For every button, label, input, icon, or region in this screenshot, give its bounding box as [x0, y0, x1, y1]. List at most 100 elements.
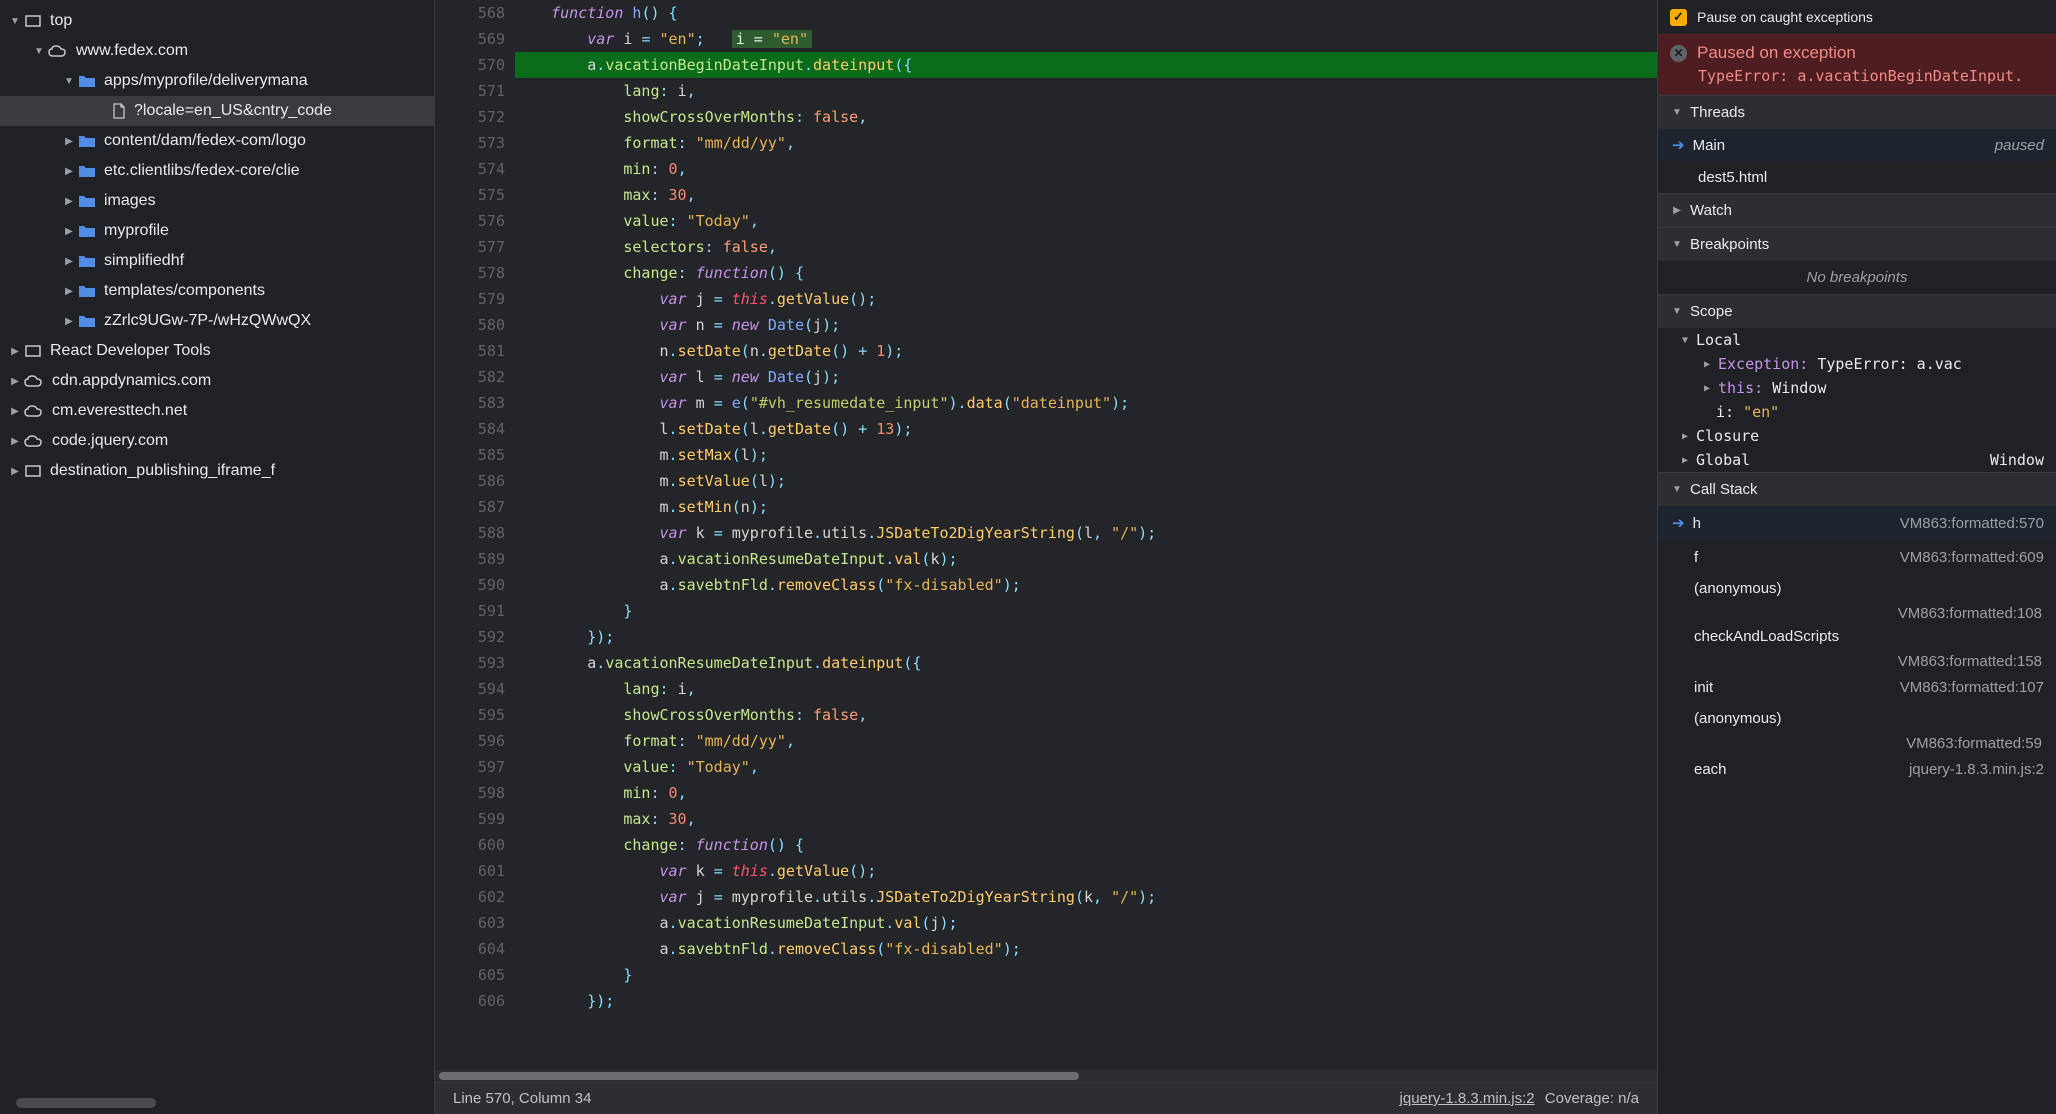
section-label: Watch	[1690, 202, 1732, 219]
chevron-right-icon: ▶	[1670, 204, 1684, 218]
frame-location: VM863:formatted:570	[1900, 515, 2044, 532]
tree-origin[interactable]: ▶ React Developer Tools	[0, 336, 434, 366]
coverage-label: Coverage: n/a	[1545, 1090, 1639, 1107]
chevron-right-icon: ▶	[62, 194, 76, 208]
tree-folder[interactable]: ▶ myprofile	[0, 216, 434, 246]
tree-origin[interactable]: ▶ destination_publishing_iframe_f	[0, 456, 434, 486]
tree-domain[interactable]: ▼ www.fedex.com	[0, 36, 434, 66]
thread-sub[interactable]: dest5.html	[1658, 161, 2056, 193]
statusbar-file-link[interactable]: jquery-1.8.3.min.js:2	[1400, 1090, 1535, 1107]
tree-label: code.jquery.com	[52, 432, 168, 450]
cloud-icon	[24, 404, 44, 418]
section-label: Scope	[1690, 303, 1733, 320]
tree-label: destination_publishing_iframe_f	[50, 462, 275, 480]
current-marker-icon: ➔	[1672, 136, 1685, 154]
frame-icon	[24, 462, 42, 480]
current-marker-icon: ➔	[1672, 514, 1685, 532]
frame-name: init	[1694, 679, 1713, 696]
frame-name: h	[1693, 515, 1701, 532]
tree-label: www.fedex.com	[76, 42, 188, 60]
tree-label: cm.everesttech.net	[52, 402, 187, 420]
chevron-right-icon: ▶	[62, 284, 76, 298]
chevron-down-icon: ▼	[1670, 238, 1684, 252]
cloud-icon	[24, 374, 44, 388]
section-label: Call Stack	[1690, 481, 1758, 498]
chevron-down-icon: ▼	[1670, 483, 1684, 497]
horizontal-scrollbar[interactable]	[16, 1098, 156, 1108]
chevron-down-icon: ▼	[1670, 305, 1684, 319]
chevron-right-icon: ▶	[62, 134, 76, 148]
scope-this-row[interactable]: ▶ this: Window	[1658, 376, 2056, 400]
line-gutter: 5685695705715725735745755765775785795805…	[435, 0, 515, 1070]
callstack-frame[interactable]: fVM863:formatted:609	[1658, 540, 2056, 574]
tree-folder[interactable]: ▶ content/dam/fedex-com/logo	[0, 126, 434, 156]
tree-folder[interactable]: ▶ images	[0, 186, 434, 216]
no-breakpoints-label: No breakpoints	[1658, 261, 2056, 294]
scope-global[interactable]: ▶ Global Window	[1658, 448, 2056, 472]
pause-caught-label: Pause on caught exceptions	[1697, 9, 1873, 25]
file-icon	[112, 103, 126, 119]
tree-origin[interactable]: ▶ code.jquery.com	[0, 426, 434, 456]
editor-horizontal-scrollbar[interactable]	[435, 1070, 1657, 1082]
tree-file-locale[interactable]: ?locale=en_US&cntry_code	[0, 96, 434, 126]
chevron-down-icon: ▼	[1670, 106, 1684, 120]
callstack-frame[interactable]: checkAndLoadScriptsVM863:formatted:158	[1658, 622, 2056, 670]
chevron-right-icon: ▶	[1700, 357, 1714, 371]
callstack-header[interactable]: ▼ Call Stack	[1658, 472, 2056, 506]
frame-icon	[24, 342, 42, 360]
breakpoints-header[interactable]: ▼ Breakpoints	[1658, 227, 2056, 261]
code-editor[interactable]: 5685695705715725735745755765775785795805…	[434, 0, 1658, 1114]
file-tree-panel[interactable]: ▼ top ▼ www.fedex.com ▼ apps/myprofile/d…	[0, 0, 434, 1114]
close-icon[interactable]: ✕	[1670, 45, 1687, 62]
scope-exception-row[interactable]: ▶ Exception: TypeError: a.vac	[1658, 352, 2056, 376]
chevron-right-icon: ▶	[1678, 429, 1692, 443]
callstack-frame[interactable]: (anonymous)VM863:formatted:108	[1658, 574, 2056, 622]
frame-location: VM863:formatted:59	[1906, 735, 2044, 752]
chevron-right-icon: ▶	[62, 314, 76, 328]
callstack-frame[interactable]: ➔ h VM863:formatted:570	[1658, 506, 2056, 540]
tree-origin[interactable]: ▶ cdn.appdynamics.com	[0, 366, 434, 396]
tree-label: cdn.appdynamics.com	[52, 372, 211, 390]
callstack-frame[interactable]: initVM863:formatted:107	[1658, 670, 2056, 704]
tree-origin[interactable]: ▶ cm.everesttech.net	[0, 396, 434, 426]
thread-main[interactable]: ➔ Main paused	[1658, 129, 2056, 161]
tree-label: myprofile	[104, 222, 169, 240]
chevron-down-icon: ▼	[32, 44, 46, 58]
code-content[interactable]: function h() { var i = "en"; i = "en" a.…	[515, 0, 1657, 1070]
tree-label: ?locale=en_US&cntry_code	[134, 102, 332, 120]
watch-header[interactable]: ▶ Watch	[1658, 193, 2056, 227]
chevron-down-icon: ▼	[1678, 333, 1692, 347]
tree-label: images	[104, 192, 156, 210]
cloud-icon	[24, 434, 44, 448]
checkbox-checked-icon[interactable]: ✓	[1670, 9, 1687, 26]
callstack-frame[interactable]: eachjquery-1.8.3.min.js:2	[1658, 752, 2056, 786]
scope-header[interactable]: ▼ Scope	[1658, 294, 2056, 328]
chevron-down-icon: ▼	[62, 74, 76, 88]
callstack-frame[interactable]: (anonymous)VM863:formatted:59	[1658, 704, 2056, 752]
tree-folder[interactable]: ▶ templates/components	[0, 276, 434, 306]
threads-header[interactable]: ▼ Threads	[1658, 95, 2056, 129]
scope-local[interactable]: ▼ Local	[1658, 328, 2056, 352]
tree-folder[interactable]: ▶ etc.clientlibs/fedex-core/clie	[0, 156, 434, 186]
debugger-panel[interactable]: ✓ Pause on caught exceptions ✕ Paused on…	[1658, 0, 2056, 1114]
frame-location: jquery-1.8.3.min.js:2	[1909, 761, 2044, 778]
editor-statusbar: Line 570, Column 34 jquery-1.8.3.min.js:…	[435, 1082, 1657, 1114]
chevron-right-icon: ▶	[8, 464, 22, 478]
chevron-right-icon: ▶	[62, 254, 76, 268]
scope-i-row[interactable]: i: "en"	[1658, 400, 2056, 424]
scope-closure[interactable]: ▶ Closure	[1658, 424, 2056, 448]
paused-title-label: Paused on exception	[1697, 43, 1856, 63]
tree-folder[interactable]: ▶ simplifiedhf	[0, 246, 434, 276]
pause-caught-row[interactable]: ✓ Pause on caught exceptions	[1658, 0, 2056, 34]
folder-icon	[78, 254, 96, 268]
folder-icon	[78, 314, 96, 328]
tree-label: simplifiedhf	[104, 252, 184, 270]
chevron-right-icon: ▶	[8, 344, 22, 358]
chevron-right-icon: ▶	[8, 404, 22, 418]
chevron-right-icon: ▶	[8, 374, 22, 388]
tree-folder[interactable]: ▶ zZrlc9UGw-7P-/wHzQWwQX	[0, 306, 434, 336]
cloud-icon	[48, 44, 68, 58]
tree-folder-apps[interactable]: ▼ apps/myprofile/deliverymana	[0, 66, 434, 96]
tree-top[interactable]: ▼ top	[0, 6, 434, 36]
tree-label: zZrlc9UGw-7P-/wHzQWwQX	[104, 312, 311, 330]
